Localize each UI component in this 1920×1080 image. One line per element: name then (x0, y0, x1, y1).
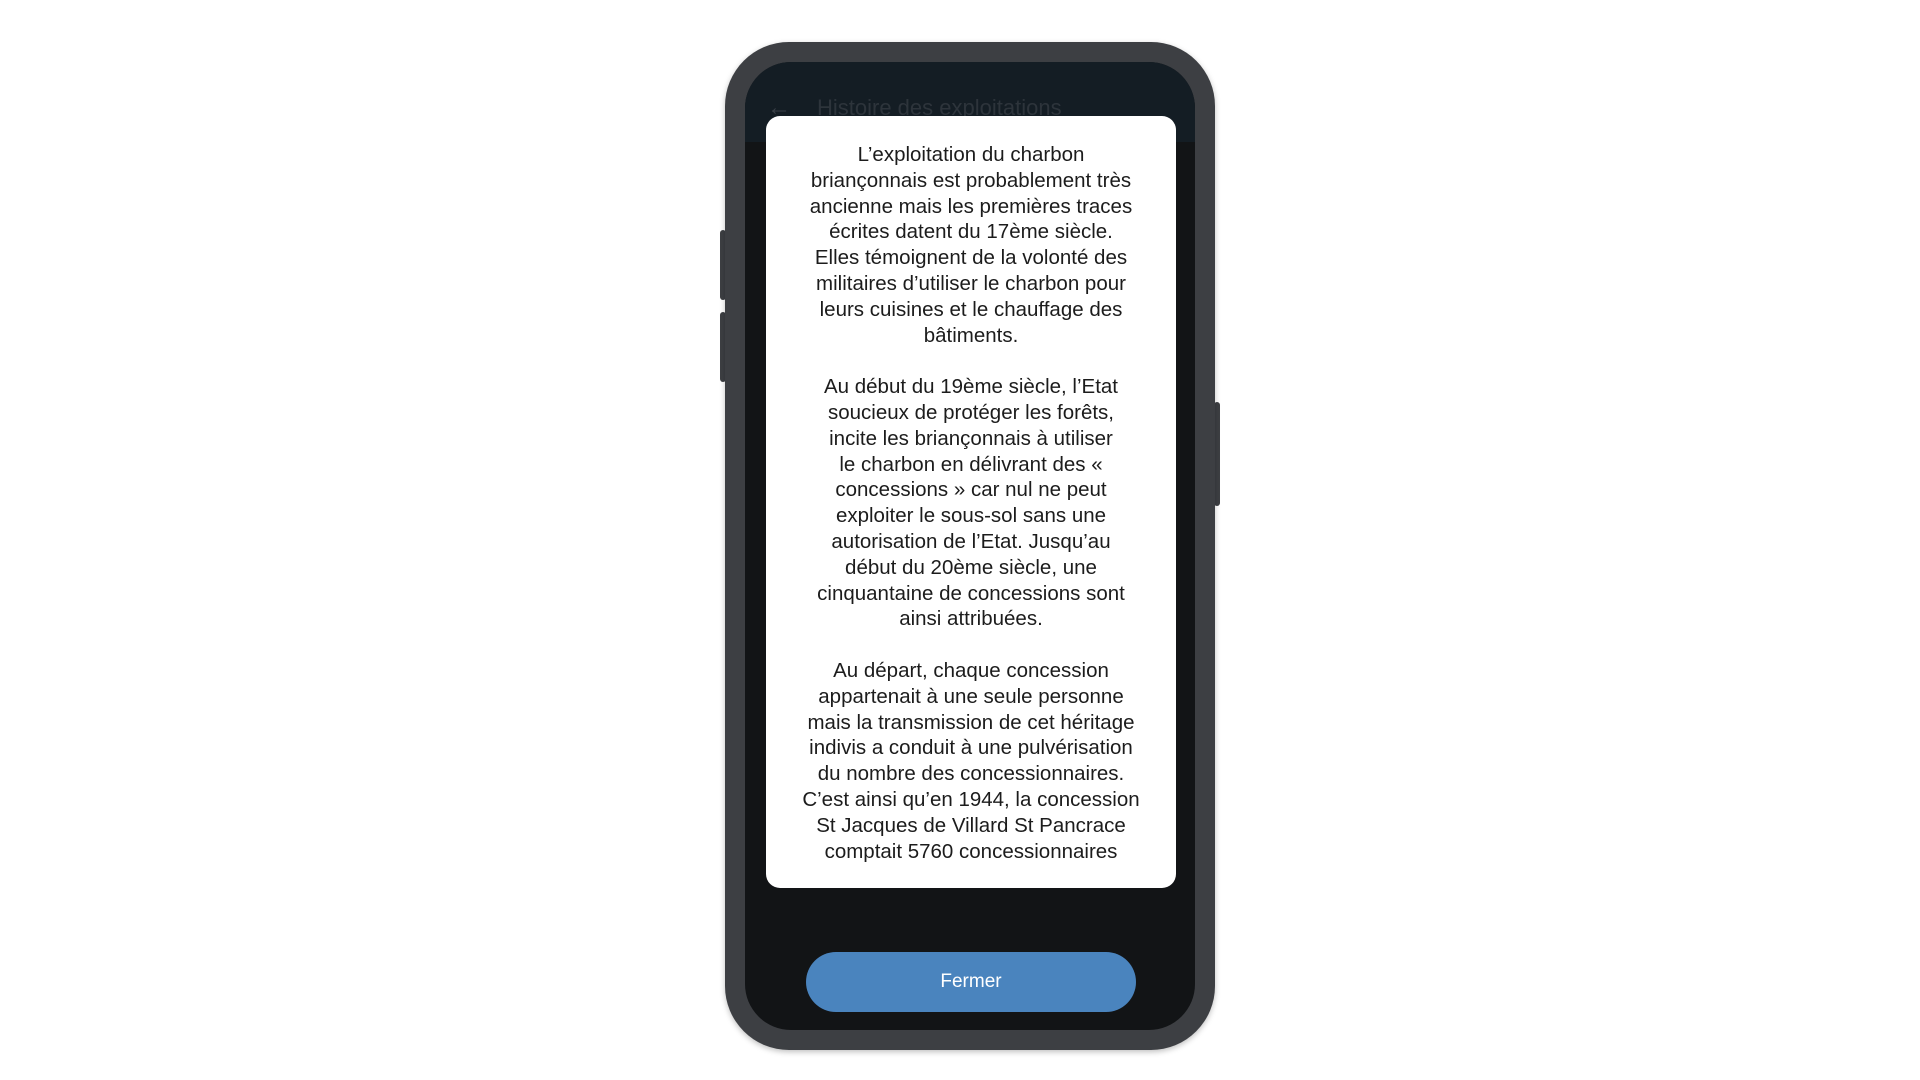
info-dialog[interactable]: L’exploitation du charbon briançonnais e… (766, 116, 1176, 888)
phone-screen: ← Histoire des exploitations L’exploitat… (745, 62, 1195, 1030)
dialog-paragraph: Au début du 19ème siècle, l’Etat soucieu… (817, 375, 1125, 631)
stage: ← Histoire des exploitations L’exploitat… (0, 0, 1920, 1080)
dialog-paragraph: Au départ, chaque concession appartenait… (802, 658, 1140, 863)
dialog-text: L’exploitation du charbon briançonnais e… (776, 142, 1166, 888)
close-button[interactable]: Fermer (806, 952, 1136, 1012)
dialog-paragraph: L’exploitation du charbon briançonnais e… (809, 143, 1133, 347)
